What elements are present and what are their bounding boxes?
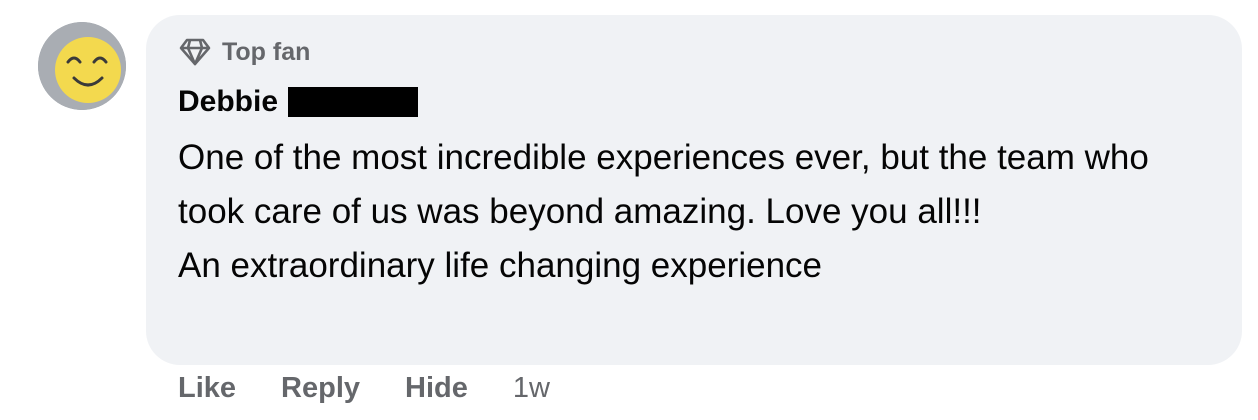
author-name[interactable]: Debbie [178,85,419,119]
like-button[interactable]: Like [178,372,236,405]
timestamp[interactable]: 1w [513,372,550,405]
avatar[interactable] [38,22,126,110]
author-first-name[interactable]: Debbie [178,85,278,119]
comment-bubble: Top fan Debbie One of the most incredibl… [146,15,1242,365]
badge-label: Top fan [222,37,311,66]
smiley-face-icon [38,22,126,110]
top-fan-badge: Top fan [178,37,310,67]
diamond-icon [178,37,212,67]
hide-button[interactable]: Hide [405,372,468,405]
comment-actions: Like Reply Hide 1w [178,372,550,405]
comment-paragraph: One of the most incredible experiences e… [178,138,1159,231]
comment-text: One of the most incredible experiences e… [178,131,1218,293]
comment: Top fan Debbie One of the most incredibl… [0,0,1258,420]
redacted-bar [288,87,419,117]
reply-button[interactable]: Reply [281,372,360,405]
comment-paragraph: An extraordinary life changing experienc… [178,246,822,285]
